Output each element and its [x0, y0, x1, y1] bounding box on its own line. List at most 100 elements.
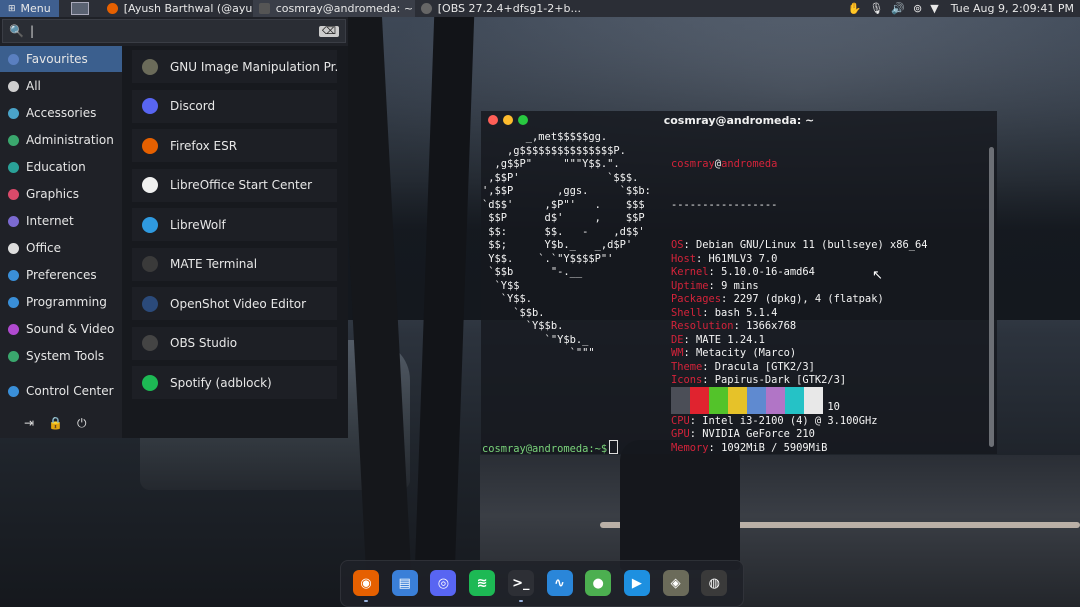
app-label: OpenShot Video Editor	[170, 296, 307, 311]
volume-icon[interactable]: 🔊	[891, 2, 905, 15]
taskbar-item-obs[interactable]: [OBS 27.2.4+dfsg1-2+b...	[415, 0, 587, 17]
username: cosmray	[671, 158, 715, 170]
taskbar-item-browser[interactable]: [Ayush Barthwal (@ayub...	[101, 0, 253, 17]
color-swatch	[785, 387, 804, 414]
app-item[interactable]: GNU Image Manipulation Pr...	[132, 50, 337, 83]
menu-button[interactable]: ⊞ Menu	[0, 0, 59, 17]
color-swatch	[804, 387, 823, 414]
lock-icon[interactable]: 🔒	[48, 416, 63, 431]
color-swatch	[728, 387, 747, 414]
info-value: 1366x768	[746, 320, 797, 332]
color-swatch	[690, 387, 709, 414]
obs-icon	[420, 3, 432, 14]
firefox-icon	[142, 137, 158, 154]
logo-line: `Y$$b.	[482, 320, 564, 332]
logo-line: ,$$P' `$$$.	[482, 171, 639, 184]
shell-prompt[interactable]: cosmray@andromeda:~$	[482, 440, 619, 457]
power-icon[interactable]: ⏻	[77, 416, 87, 431]
terminal-scrollbar[interactable]	[989, 147, 994, 447]
category-internet[interactable]: Internet	[0, 208, 122, 234]
terminal-titlebar[interactable]: cosmray@andromeda: ~	[481, 111, 997, 129]
firefox-icon	[106, 3, 118, 14]
maps-icon[interactable]: ●	[585, 570, 612, 596]
category-label: Administration	[26, 133, 114, 147]
info-line: Host: H61MLV3 7.0	[671, 252, 778, 265]
logo-line: `Y$$	[482, 279, 520, 292]
category-graphics[interactable]: Graphics	[0, 181, 122, 207]
preferences-icon	[8, 269, 19, 281]
app-label: Spotify (adblock)	[170, 375, 272, 390]
category-label: Office	[26, 241, 62, 255]
logo-line: ,g$$P" """Y$$.".	[482, 158, 620, 170]
color-swatch	[709, 387, 728, 414]
logo-line: $$: $$. - ,d$$'	[482, 225, 645, 238]
wifi-icon[interactable]: ▼	[930, 2, 938, 15]
app-item[interactable]: MATE Terminal	[132, 247, 337, 281]
taskbar-item-label: cosmray@andromeda: ~	[275, 2, 414, 15]
logo-line: `$$b.	[482, 306, 545, 319]
wallpaper-figure	[620, 440, 740, 570]
category-all[interactable]: All	[0, 73, 122, 99]
app-grid-icon: ⊞	[8, 3, 16, 14]
system-tools-icon	[8, 350, 19, 362]
info-line: Kernel: 5.10.0-16-amd64	[671, 266, 815, 278]
internet-icon	[8, 215, 19, 227]
category-education[interactable]: Education	[0, 154, 122, 180]
control-center-icon	[8, 385, 19, 397]
info-line: OS: Debian GNU/Linux 11 (bullseye) x86_6…	[671, 239, 928, 251]
category-label: Favourites	[26, 52, 88, 66]
category-accessories[interactable]: Accessories	[0, 100, 122, 126]
app-item[interactable]: Discord	[132, 89, 337, 123]
info-value: NVIDIA GeForce 210	[702, 428, 815, 440]
search-icon: 🔍	[9, 24, 24, 38]
app-label: LibreWolf	[170, 217, 226, 232]
clear-search-icon[interactable]: ⌫	[318, 25, 339, 37]
taskbar-item-terminal[interactable]: cosmray@andromeda: ~	[252, 0, 415, 17]
category-system-tools[interactable]: System Tools	[0, 343, 122, 369]
show-desktop-button[interactable]	[70, 2, 89, 15]
discord-icon[interactable]: ◎	[430, 570, 457, 596]
category-preferences[interactable]: Preferences	[0, 262, 122, 288]
category-label: System Tools	[26, 349, 105, 363]
category-programming[interactable]: Programming	[0, 289, 122, 315]
info-value: 1092MiB / 5909MiB	[721, 441, 828, 454]
category-favourites[interactable]: Favourites	[0, 46, 122, 72]
category-office[interactable]: Office	[0, 235, 122, 261]
spotify-icon[interactable]: ≋	[469, 570, 496, 596]
terminal-icon	[142, 256, 158, 272]
network-icon[interactable]: ⊚	[913, 2, 922, 15]
discord-icon	[142, 98, 158, 114]
app-item[interactable]: Firefox ESR	[132, 129, 337, 162]
info-key: CPU	[671, 414, 690, 427]
user-host-line: cosmray@andromeda	[671, 158, 928, 172]
menu-search-input[interactable]: 🔍 | ⌫	[2, 19, 346, 43]
system-monitor-icon[interactable]: ∿	[546, 570, 573, 596]
search-value: |	[29, 24, 34, 38]
files-icon[interactable]: ▤	[391, 570, 418, 596]
category-control-center[interactable]: Control Center	[0, 378, 122, 404]
category-sound-video[interactable]: Sound & Video	[0, 316, 122, 342]
media-player-icon[interactable]: ▶	[623, 570, 650, 596]
app-item[interactable]: LibreOffice Start Center	[132, 168, 337, 202]
obs-icon[interactable]: ◍	[701, 570, 728, 596]
hand-icon[interactable]: ✋	[848, 2, 862, 15]
gimp-icon[interactable]: ◈	[662, 570, 689, 596]
obs-icon	[142, 335, 158, 351]
app-item[interactable]: Spotify (adblock)	[132, 366, 337, 399]
category-administration[interactable]: Administration	[0, 127, 122, 153]
app-label: GNU Image Manipulation Pr...	[170, 59, 337, 74]
clock[interactable]: Tue Aug 9, 2:09:41 PM	[947, 2, 1074, 15]
logout-icon[interactable]: ⇥	[24, 416, 34, 431]
firefox-icon[interactable]: ◉	[353, 570, 379, 596]
terminal-icon	[258, 3, 270, 14]
microphone-icon[interactable]: 🎙	[869, 2, 883, 15]
app-item[interactable]: LibreWolf	[132, 208, 337, 241]
app-item[interactable]: OpenShot Video Editor	[132, 287, 337, 320]
app-item[interactable]: OBS Studio	[132, 326, 337, 360]
logo-line: $$; Y$b._ _,d$P'	[482, 239, 633, 251]
info-key: GPU	[671, 428, 690, 440]
terminal-icon[interactable]: >_	[507, 570, 534, 596]
category-label: Internet	[26, 214, 74, 228]
app-label: Discord	[170, 99, 216, 113]
terminal-window[interactable]: cosmray@andromeda: ~ _,met$$$$$gg. ,g$$$…	[481, 111, 997, 457]
